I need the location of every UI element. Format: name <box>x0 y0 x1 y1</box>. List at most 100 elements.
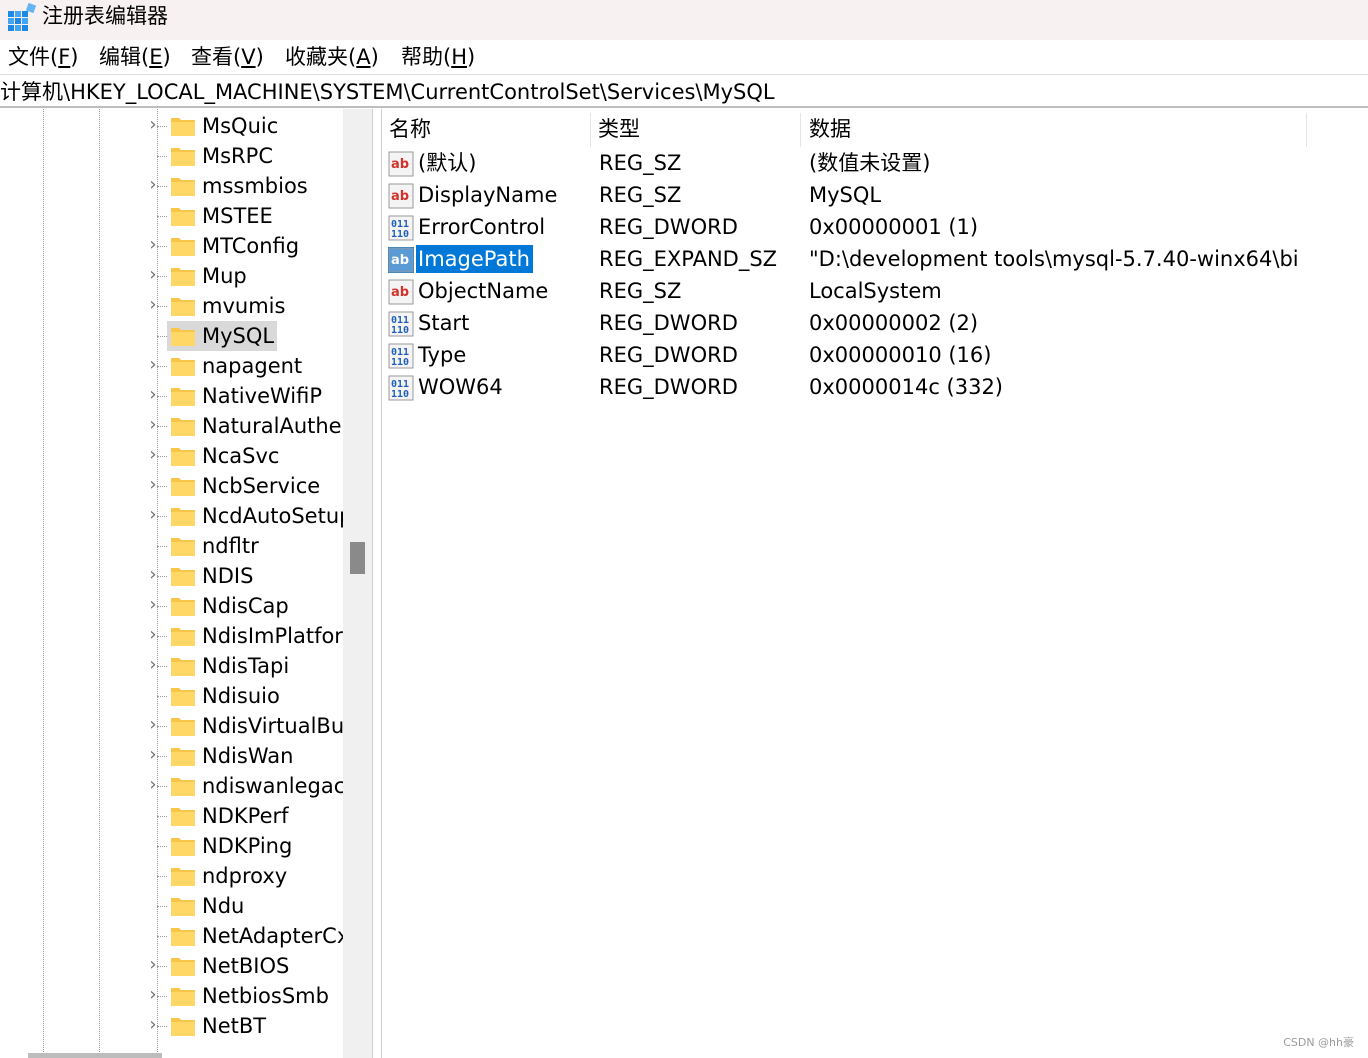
tree-item-label: NdisImPlatfor <box>202 624 343 648</box>
menu-help[interactable]: 帮助(H) <box>401 44 475 70</box>
tree-connector <box>157 936 167 937</box>
folder-icon <box>171 418 195 436</box>
key-tree[interactable]: › MsQuic MsRPC › mssmbios MSTEE › MTConfig › Mup ›… <box>0 109 343 1058</box>
tree-item[interactable]: ndfltr <box>0 531 343 561</box>
tree-item[interactable]: › NdisWan <box>0 741 343 771</box>
tree-item[interactable]: › NdisVirtualBu <box>0 711 343 741</box>
value-row[interactable]: ab ImagePath REG_EXPAND_SZ "D:\development … <box>382 243 1368 275</box>
chevron-right-icon[interactable]: › <box>146 116 160 134</box>
folder-icon <box>171 658 195 676</box>
value-row[interactable]: ab DisplayName REG_SZ MySQL <box>382 179 1368 211</box>
value-row[interactable]: 011 110 Start REG_DWORD 0x00000002 (2) <box>382 307 1368 339</box>
tree-item[interactable]: › NativeWifiP <box>0 381 343 411</box>
chevron-right-icon[interactable]: › <box>146 506 160 524</box>
tree-item[interactable]: MsRPC <box>0 141 343 171</box>
column-divider[interactable] <box>1306 113 1307 147</box>
tree-item[interactable]: NetAdapterCx <box>0 921 343 951</box>
menu-file[interactable]: 文件(F) <box>8 44 79 70</box>
address-path[interactable]: 计算机\HKEY_LOCAL_MACHINE\SYSTEM\CurrentCon… <box>0 79 775 105</box>
value-row[interactable]: ab (默认) REG_SZ (数值未设置) <box>382 147 1368 179</box>
value-name: Start <box>418 311 470 335</box>
tree-item[interactable]: › NdisTapi <box>0 651 343 681</box>
column-header-type[interactable]: 类型 <box>598 115 640 143</box>
chevron-right-icon[interactable]: › <box>146 776 160 794</box>
tree-item[interactable]: › MTConfig <box>0 231 343 261</box>
string-value-icon: ab <box>388 183 414 209</box>
tree-item[interactable]: › NDIS <box>0 561 343 591</box>
tree-item[interactable]: › NcaSvc <box>0 441 343 471</box>
tree-item[interactable]: › NdisCap <box>0 591 343 621</box>
tree-connector <box>157 876 167 877</box>
tree-item[interactable]: ndproxy <box>0 861 343 891</box>
tree-item-label: mssmbios <box>202 174 308 198</box>
chevron-right-icon[interactable]: › <box>146 176 160 194</box>
tree-item[interactable]: › NetBIOS <box>0 951 343 981</box>
chevron-right-icon[interactable]: › <box>146 986 160 1004</box>
tree-item[interactable]: NDKPing <box>0 831 343 861</box>
folder-icon <box>171 178 195 196</box>
column-header-data[interactable]: 数据 <box>809 115 851 143</box>
tree-item[interactable]: › mssmbios <box>0 171 343 201</box>
folder-icon <box>171 958 195 976</box>
tree-item[interactable]: MySQL <box>0 321 343 351</box>
tree-item[interactable]: › NcdAutoSetup <box>0 501 343 531</box>
tree-item[interactable]: › ndiswanlegacy <box>0 771 343 801</box>
value-row[interactable]: 011 110 WOW64 REG_DWORD 0x0000014c (332) <box>382 371 1368 403</box>
menu-view[interactable]: 查看(V) <box>191 44 264 70</box>
tree-item[interactable]: Ndisuio <box>0 681 343 711</box>
address-bar[interactable]: 计算机\HKEY_LOCAL_MACHINE\SYSTEM\CurrentCon… <box>0 74 1368 108</box>
tree-item-label: ndiswanlegacy <box>202 774 343 798</box>
value-data: 0x00000001 (1) <box>809 215 979 239</box>
chevron-right-icon[interactable]: › <box>146 956 160 974</box>
chevron-right-icon[interactable]: › <box>146 386 160 404</box>
column-header-name[interactable]: 名称 <box>389 115 431 143</box>
folder-icon <box>171 388 195 406</box>
tree-item[interactable]: Ndu <box>0 891 343 921</box>
folder-icon <box>171 898 195 916</box>
tree-item[interactable]: MSTEE <box>0 201 343 231</box>
tree-scrollbar-thumb[interactable] <box>350 542 365 574</box>
chevron-right-icon[interactable]: › <box>146 566 160 584</box>
chevron-right-icon[interactable]: › <box>146 266 160 284</box>
chevron-right-icon[interactable]: › <box>146 596 160 614</box>
value-type: REG_DWORD <box>599 215 738 239</box>
tree-item-label: NcaSvc <box>202 444 280 468</box>
chevron-right-icon[interactable]: › <box>146 716 160 734</box>
chevron-right-icon[interactable]: › <box>146 296 160 314</box>
chevron-right-icon[interactable]: › <box>146 416 160 434</box>
chevron-right-icon[interactable]: › <box>146 236 160 254</box>
tree-item[interactable]: › Mup <box>0 261 343 291</box>
values-list[interactable]: 名称 类型 数据 ab (默认) REG_SZ (数值未设置) ab DisplayNam… <box>382 109 1368 1058</box>
value-name: ImagePath <box>416 245 533 273</box>
tree-hscroll-thumb[interactable] <box>28 1053 162 1058</box>
chevron-right-icon[interactable]: › <box>146 476 160 494</box>
pane-splitter[interactable] <box>372 109 382 1058</box>
column-divider[interactable] <box>800 113 801 147</box>
chevron-right-icon[interactable]: › <box>146 746 160 764</box>
window-title: 注册表编辑器 <box>42 4 168 28</box>
chevron-right-icon[interactable]: › <box>146 446 160 464</box>
value-row[interactable]: 011 110 Type REG_DWORD 0x00000010 (16) <box>382 339 1368 371</box>
chevron-right-icon[interactable]: › <box>146 356 160 374</box>
value-row[interactable]: 011 110 ErrorControl REG_DWORD 0x00000001 (1… <box>382 211 1368 243</box>
tree-scrollbar[interactable] <box>343 109 372 1058</box>
column-divider[interactable] <box>590 113 591 147</box>
chevron-right-icon[interactable]: › <box>146 1016 160 1034</box>
menu-edit[interactable]: 编辑(E) <box>99 44 171 70</box>
tree-item[interactable]: NDKPerf <box>0 801 343 831</box>
chevron-right-icon[interactable]: › <box>146 626 160 644</box>
tree-item[interactable]: › NetBT <box>0 1011 343 1041</box>
tree-item[interactable]: › NaturalAuther <box>0 411 343 441</box>
tree-item[interactable]: › mvumis <box>0 291 343 321</box>
folder-icon <box>171 208 195 226</box>
tree-item[interactable]: › MsQuic <box>0 111 343 141</box>
value-row[interactable]: ab ObjectName REG_SZ LocalSystem <box>382 275 1368 307</box>
menu-favorites[interactable]: 收藏夹(A) <box>285 44 379 70</box>
tree-item[interactable]: › NdisImPlatfor <box>0 621 343 651</box>
folder-icon <box>171 568 195 586</box>
tree-item[interactable]: › NcbService <box>0 471 343 501</box>
tree-item-label: NetbiosSmb <box>202 984 329 1008</box>
tree-item[interactable]: › NetbiosSmb <box>0 981 343 1011</box>
tree-item[interactable]: › napagent <box>0 351 343 381</box>
chevron-right-icon[interactable]: › <box>146 656 160 674</box>
